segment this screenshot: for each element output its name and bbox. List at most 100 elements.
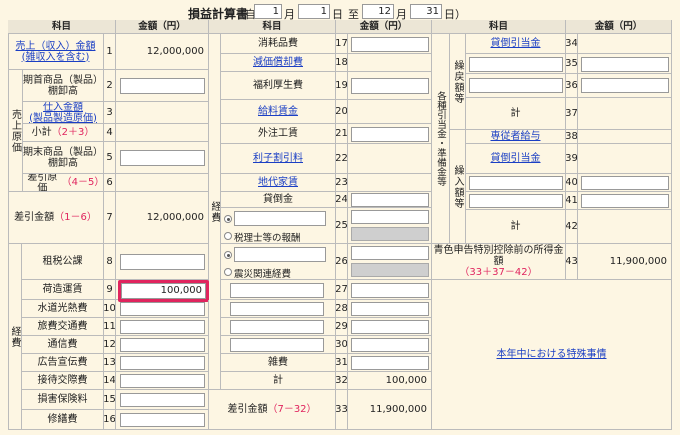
bad-debt-transfer-link[interactable]: 貸倒引当金 <box>491 153 541 164</box>
row-number: 4 <box>104 124 116 142</box>
custom-expense-27-name-input[interactable] <box>230 283 324 298</box>
family-wages-link[interactable]: 専従者給与 <box>491 131 541 142</box>
tax-accountant-fee-radio[interactable] <box>224 232 232 240</box>
custom-expense-30-name-input[interactable] <box>230 338 324 352</box>
purchases-link[interactable]: 仕入金額 (製品製造原価) <box>29 102 97 123</box>
communication-input[interactable] <box>120 338 205 352</box>
start-month-field[interactable]: 1 <box>254 4 282 19</box>
custom-expense-30-amount-input[interactable] <box>351 338 429 352</box>
disaster-expense-radio[interactable] <box>224 268 232 276</box>
supplies-input[interactable] <box>351 37 429 52</box>
custom-expense-29-amount-input[interactable] <box>351 320 429 334</box>
rent-link[interactable]: 地代家賃 <box>258 177 298 188</box>
row-number: 22 <box>336 144 348 174</box>
wages-link[interactable]: 給料賃金 <box>258 106 298 117</box>
bad-debt-reversal-link[interactable]: 貸倒引当金 <box>491 38 541 49</box>
sales-link[interactable]: 売上（収入）金額 (雑収入を含む) <box>16 41 96 63</box>
row-number: 13 <box>104 354 116 372</box>
custom-expense-25-amount-input[interactable] <box>351 210 429 224</box>
transfer-40-amount-input[interactable] <box>581 176 669 190</box>
interest-amount <box>348 144 432 174</box>
gross-amount: 12,000,000 <box>116 192 209 244</box>
blue-income-amount: 11,900,000 <box>578 244 672 280</box>
row-number: 30 <box>336 336 348 354</box>
row-number: 28 <box>336 300 348 318</box>
transfer-41-amount-input[interactable] <box>581 194 669 208</box>
transfer-group-label: 繰入額等 <box>450 130 466 244</box>
custom-expense-29-name-input[interactable] <box>230 320 324 334</box>
row-number: 40 <box>566 174 578 192</box>
custom-expense-26-name-input[interactable] <box>234 247 326 262</box>
wages-amount <box>348 100 432 124</box>
row-number: 43 <box>566 244 578 280</box>
custom-expense-25-name-input[interactable] <box>234 211 326 226</box>
statement-header: 損益計算書 （自 1 月 1 日 至 12 月 31 日） <box>0 0 680 22</box>
net-amount: 11,900,000 <box>348 390 432 430</box>
closing-inventory-input[interactable] <box>120 150 205 166</box>
reversal-36-name-input[interactable] <box>469 78 563 93</box>
row-number: 1 <box>104 34 116 70</box>
depreciation-label-cell: 減価償却費 <box>221 54 336 72</box>
purchases-label-cell: 仕入金額 (製品製造原価) <box>23 102 104 124</box>
transfer-subtotal-amount <box>578 210 672 244</box>
subtotal-amount <box>116 124 209 142</box>
depreciation-link[interactable]: 減価償却費 <box>253 57 303 68</box>
col-header-amount: 金額（円） <box>336 20 432 34</box>
entertainment-label: 接待交際費 <box>22 372 104 390</box>
custom-expense-26-radio-free[interactable] <box>224 251 232 259</box>
entertainment-input[interactable] <box>120 374 205 388</box>
transfer-41-name-input[interactable] <box>469 194 563 208</box>
custom-expense-28-name-input[interactable] <box>230 302 324 316</box>
outsourcing-label: 外注工賃 <box>221 124 336 144</box>
reversal-subtotal-label: 計 <box>466 98 566 130</box>
misc-input[interactable] <box>351 356 429 370</box>
focus-highlight <box>118 280 209 302</box>
row-number: 37 <box>566 98 578 130</box>
row-number: 35 <box>566 54 578 74</box>
start-day-field[interactable]: 1 <box>298 4 330 19</box>
utilities-input[interactable] <box>120 302 205 316</box>
welfare-input[interactable] <box>351 78 429 94</box>
insurance-input[interactable] <box>120 393 205 407</box>
end-day-field[interactable]: 31 <box>410 4 442 19</box>
cogs-group-label: 売上原価 <box>8 70 23 192</box>
utilities-label: 水道光熱費 <box>22 300 104 318</box>
purchases-amount <box>116 102 209 124</box>
special-circumstances-link[interactable]: 本年中における特殊事情 <box>497 349 607 360</box>
end-month-field[interactable]: 12 <box>362 4 394 19</box>
custom-expense-25-disabled-field <box>351 227 429 241</box>
bad-debt-input[interactable] <box>351 193 429 207</box>
opening-inventory-input[interactable] <box>120 78 205 94</box>
transfer-40-name-input[interactable] <box>469 176 563 190</box>
rent-amount <box>348 174 432 192</box>
row-number: 21 <box>336 124 348 144</box>
row-number: 41 <box>566 192 578 210</box>
custom-expense-25-radio-free[interactable] <box>224 215 232 223</box>
row-number: 9 <box>104 280 116 300</box>
outsourcing-input[interactable] <box>351 127 429 142</box>
advertising-input[interactable] <box>120 356 205 370</box>
expense-group-label-2: 経費 <box>209 34 221 390</box>
expense-total-amount: 100,000 <box>348 372 432 390</box>
opening-inventory-label: 期首商品（製品）棚卸高 <box>23 70 104 102</box>
communication-label: 通信費 <box>22 336 104 354</box>
sales-label-cell: 売上（収入）金額 (雑収入を含む) <box>8 34 104 70</box>
col-header-amount: 金額（円） <box>566 20 672 34</box>
tax-accountant-fee-label: 税理士等の報酬 <box>234 233 301 244</box>
insurance-label: 損害保険料 <box>22 390 104 410</box>
repairs-input[interactable] <box>120 413 205 427</box>
custom-expense-26-amount-input[interactable] <box>351 246 429 260</box>
row-number: 17 <box>336 34 348 54</box>
row-number: 15 <box>104 390 116 410</box>
row-number: 34 <box>566 34 578 54</box>
rent-label-cell: 地代家賃 <box>221 174 336 192</box>
taxes-input[interactable] <box>120 254 205 270</box>
custom-expense-27-amount-input[interactable] <box>351 283 429 298</box>
supplies-label: 消耗品費 <box>221 34 336 54</box>
reversal-36-amount-input[interactable] <box>581 78 669 93</box>
custom-expense-28-amount-input[interactable] <box>351 302 429 316</box>
interest-link[interactable]: 利子割引料 <box>253 153 303 164</box>
reversal-35-name-input[interactable] <box>469 57 563 72</box>
travel-input[interactable] <box>120 320 205 334</box>
reversal-35-amount-input[interactable] <box>581 57 669 72</box>
